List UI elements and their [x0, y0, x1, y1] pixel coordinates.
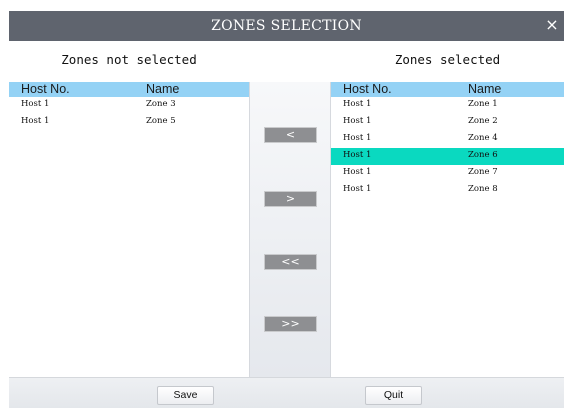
zones-not-selected-heading: Zones not selected [61, 52, 197, 67]
move-all-left-button[interactable]: << [264, 254, 317, 270]
row-name: Zone 3 [146, 99, 176, 109]
table-row[interactable]: Host 1 Zone 7 [331, 165, 564, 182]
save-button[interactable]: Save [157, 386, 214, 405]
table-row[interactable]: Host 1 Zone 1 [331, 97, 564, 114]
dialog-title: ZONES SELECTION [211, 18, 362, 34]
table-row[interactable]: Host 1 Zone 8 [331, 182, 564, 199]
table-row-selected[interactable]: Host 1 Zone 6 [331, 148, 564, 165]
row-name: Zone 2 [468, 116, 498, 126]
move-right-button[interactable]: > [264, 191, 317, 207]
row-name: Zone 4 [468, 133, 498, 143]
row-host: Host 1 [343, 99, 372, 109]
row-name: Zone 7 [468, 167, 498, 177]
row-host: Host 1 [21, 99, 50, 109]
table-row[interactable]: Host 1 Zone 2 [331, 114, 564, 131]
table-body: Host 1 Zone 3 Host 1 Zone 5 [9, 97, 249, 131]
zones-selected-heading: Zones selected [394, 52, 501, 67]
row-host: Host 1 [343, 133, 372, 143]
row-host: Host 1 [21, 116, 50, 126]
table-row[interactable]: Host 1 Zone 5 [9, 114, 249, 131]
zones-selected-list: Host No. Name Host 1 Zone 1 Host 1 Zone … [331, 82, 564, 377]
table-row[interactable]: Host 1 Zone 3 [9, 97, 249, 114]
title-bar: ZONES SELECTION × [9, 11, 564, 41]
zones-not-selected-list: Host No. Name Host 1 Zone 3 Host 1 Zone … [9, 82, 249, 377]
row-host: Host 1 [343, 184, 372, 194]
row-host: Host 1 [343, 150, 372, 160]
column-header-name: Name [468, 82, 502, 96]
move-left-button[interactable]: < [264, 127, 317, 143]
row-name: Zone 8 [468, 184, 498, 194]
row-name: Zone 1 [468, 99, 498, 109]
column-header-host: Host No. [343, 82, 392, 96]
table-row[interactable]: Host 1 Zone 4 [331, 131, 564, 148]
transfer-controls: < > << >> [249, 82, 331, 377]
column-header-name: Name [146, 82, 180, 96]
zones-selection-dialog: ZONES SELECTION × Zones not selected Zon… [0, 0, 564, 408]
close-icon[interactable]: × [545, 16, 559, 34]
table-header: Host No. Name [331, 82, 564, 97]
row-name: Zone 5 [146, 116, 176, 126]
quit-button[interactable]: Quit [365, 386, 422, 405]
column-header-host: Host No. [21, 82, 70, 96]
dialog-footer: Save Quit [9, 377, 564, 408]
row-host: Host 1 [343, 167, 372, 177]
move-all-right-button[interactable]: >> [264, 316, 317, 332]
table-body: Host 1 Zone 1 Host 1 Zone 2 Host 1 Zone … [331, 97, 564, 199]
row-name: Zone 6 [468, 150, 498, 160]
row-host: Host 1 [343, 116, 372, 126]
table-header: Host No. Name [9, 82, 249, 97]
